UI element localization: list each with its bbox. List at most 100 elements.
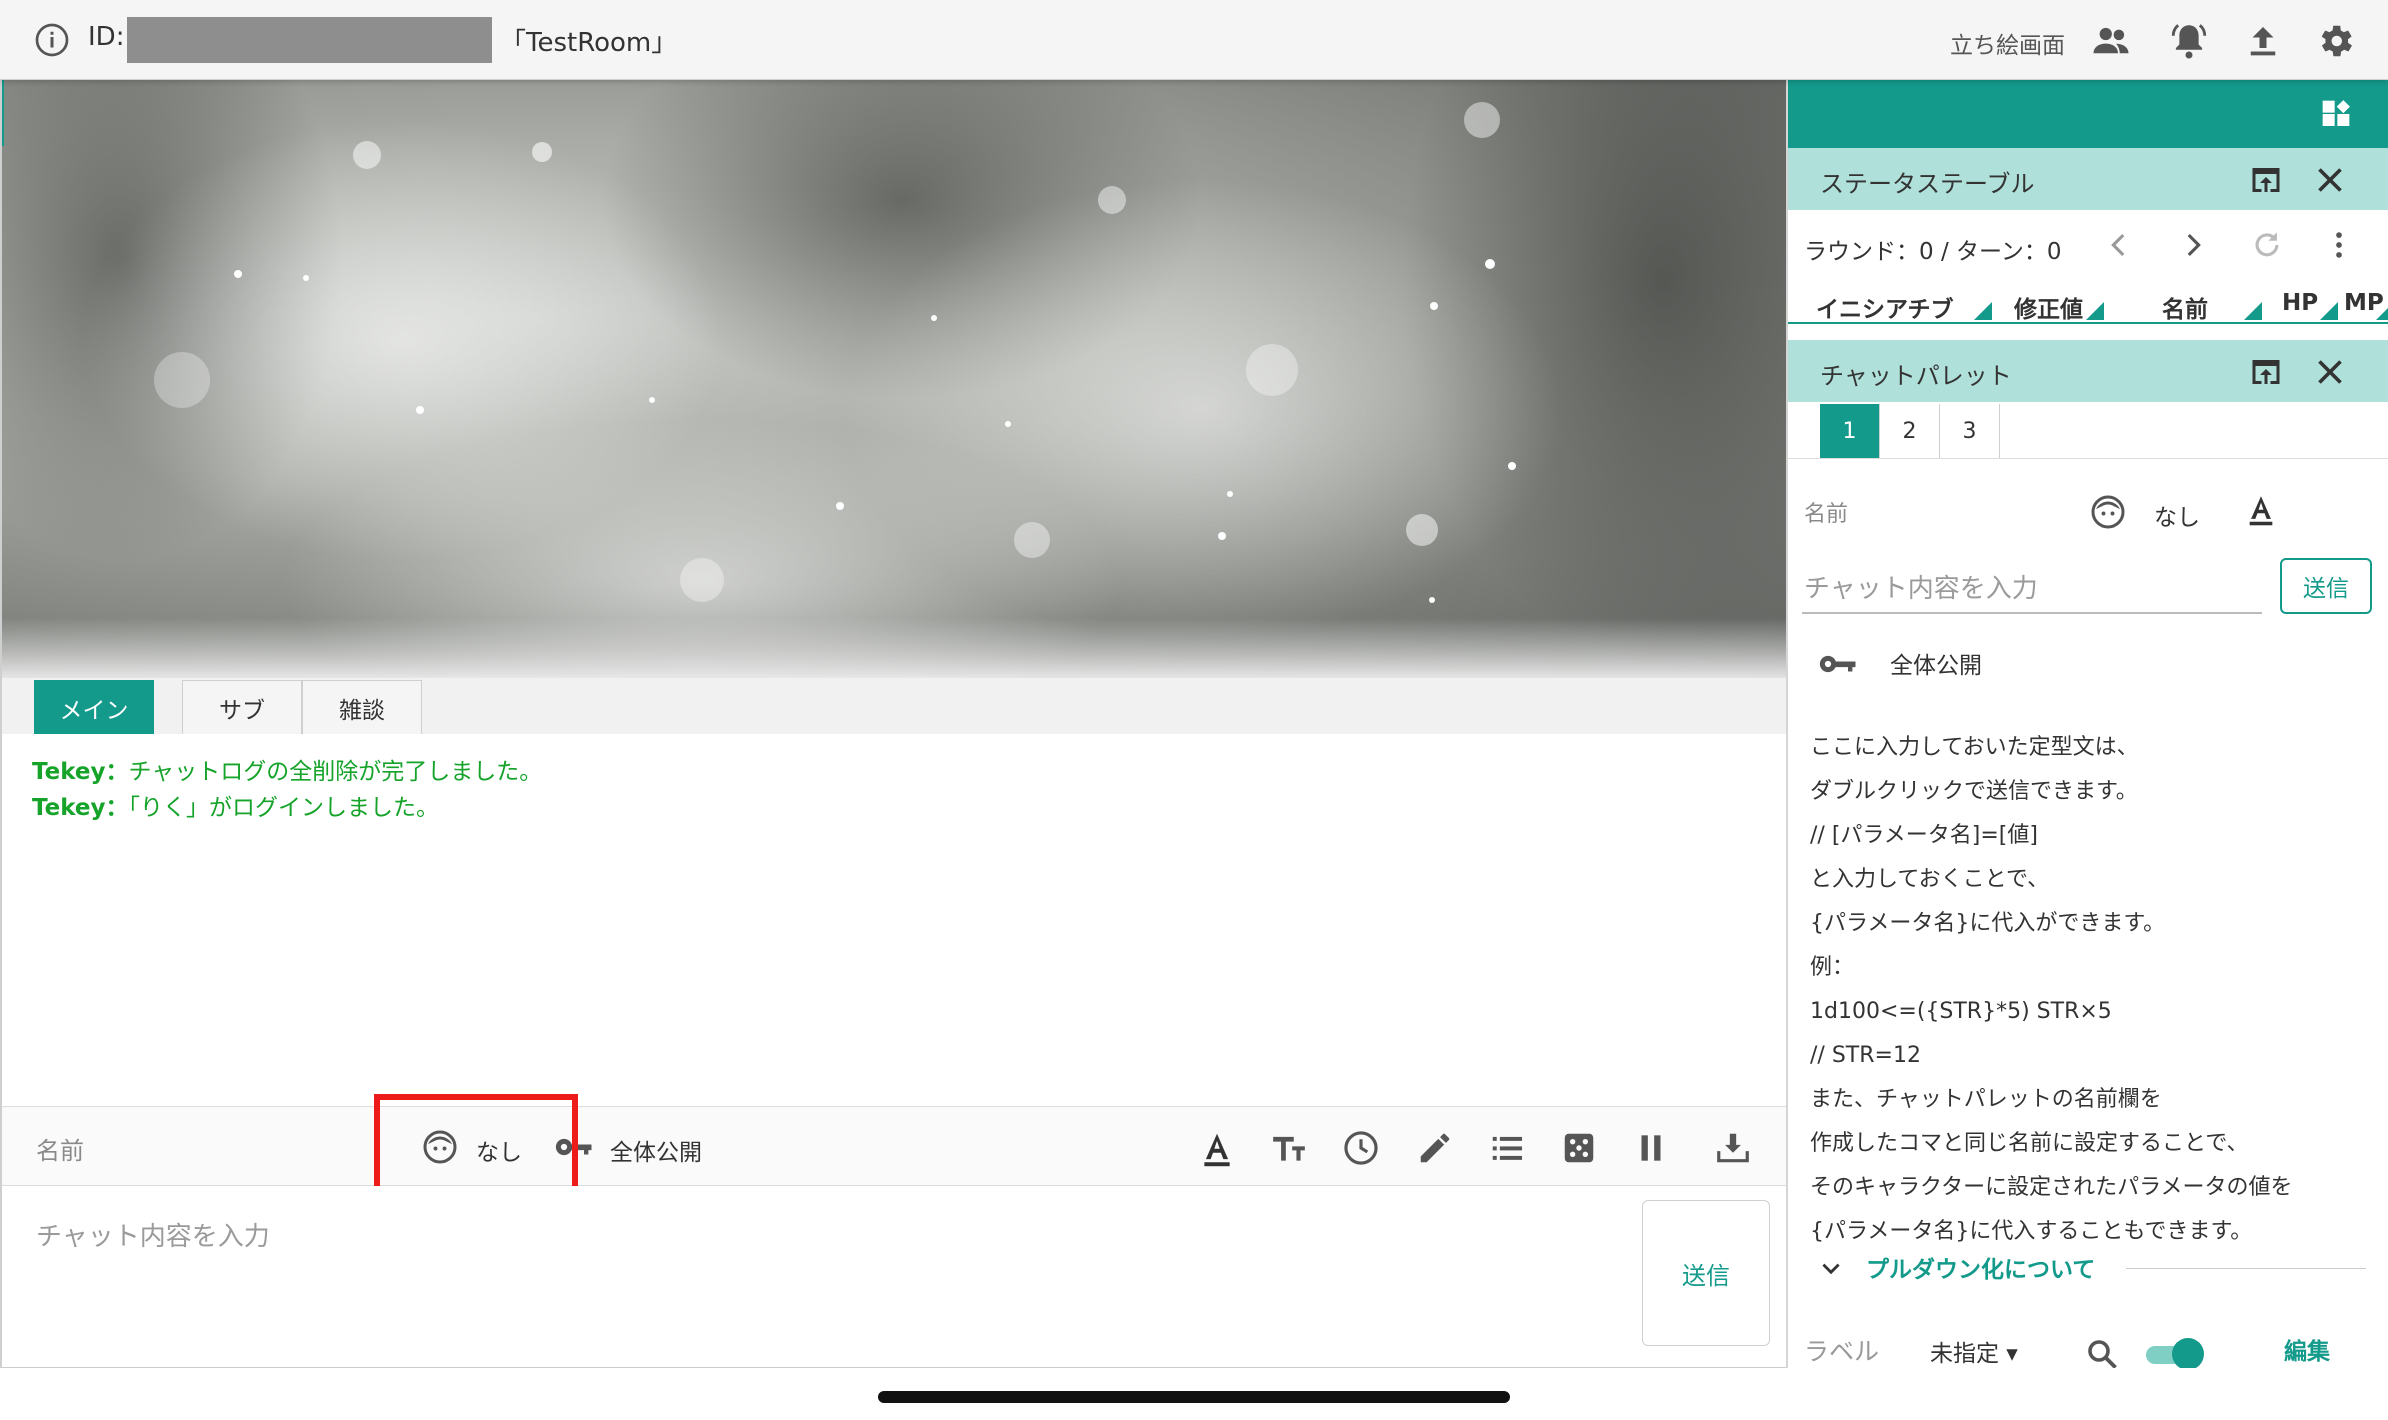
tab-main[interactable]: メイン xyxy=(34,680,154,734)
palette-send-button[interactable]: 送信 xyxy=(2280,558,2372,614)
popout-icon[interactable] xyxy=(2248,354,2284,390)
font-color-icon[interactable] xyxy=(1198,1129,1236,1167)
sort-handle[interactable] xyxy=(2376,302,2388,320)
right-panel-header xyxy=(1788,80,2388,148)
snow-background-image xyxy=(2,80,1786,678)
column-hp[interactable]: HP xyxy=(2282,290,2318,316)
edit-button[interactable]: 編集 xyxy=(2284,1332,2330,1366)
palette-line[interactable]: {パラメータ名}に代入ができます。 xyxy=(1810,902,2370,946)
chevron-left-icon[interactable] xyxy=(2102,228,2136,262)
label-input[interactable]: ラベル xyxy=(1804,1332,1879,1368)
chevron-down-icon[interactable] xyxy=(1818,1256,1844,1282)
home-indicator[interactable] xyxy=(878,1391,1510,1403)
face-icon[interactable] xyxy=(2090,494,2126,530)
left-border xyxy=(0,80,2,1370)
palette-line[interactable]: // STR=12 xyxy=(1810,1034,2370,1078)
palette-chat-input[interactable]: チャット内容を入力 xyxy=(1802,558,2262,614)
palette-line[interactable]: また、チャットパレットの名前欄を xyxy=(1810,1078,2370,1122)
popout-icon[interactable] xyxy=(2248,162,2284,198)
chat-input-toolbar: 名前 なし 全体公開 xyxy=(2,1106,1786,1186)
palette-overflow-text: ・・・・・・・・・・・・・・・・・・・ xyxy=(1810,1300,2360,1314)
chat-palette-titlebar: チャットパレット xyxy=(1788,340,2388,402)
palette-line[interactable]: {パラメータ名}に代入することもできます。 xyxy=(1810,1210,2370,1254)
close-icon[interactable] xyxy=(2312,354,2348,390)
dice-icon[interactable] xyxy=(1560,1129,1598,1167)
close-icon[interactable] xyxy=(2312,162,2348,198)
refresh-icon[interactable] xyxy=(2250,228,2284,262)
chevron-right-icon[interactable] xyxy=(2176,228,2210,262)
status-table-titlebar: ステータステーブル xyxy=(1788,148,2388,210)
palette-name-input[interactable]: 名前 xyxy=(1804,496,1848,528)
room-id-redacted xyxy=(127,17,492,63)
pause-icon[interactable] xyxy=(1632,1129,1670,1167)
background-stage xyxy=(2,80,1786,678)
chat-log-sender: Tekey： xyxy=(32,795,129,821)
palette-line[interactable]: と入力しておくことで、 xyxy=(1810,858,2370,902)
chat-log-message: 「りく」がログインしました。 xyxy=(128,795,440,821)
tab-sub[interactable]: サブ xyxy=(182,680,302,734)
download-icon[interactable] xyxy=(1714,1129,1752,1167)
stand-picture-screen-link[interactable]: 立ち絵画面 xyxy=(1950,26,2065,60)
stage-bottom-fade xyxy=(2,618,1786,678)
palette-tab-2[interactable]: 2 xyxy=(1880,404,1940,458)
send-button[interactable]: 送信 xyxy=(1642,1200,1770,1346)
sort-handle[interactable] xyxy=(2086,302,2104,320)
pulldown-divider xyxy=(2126,1268,2366,1269)
palette-character-select[interactable]: なし xyxy=(2154,498,2200,532)
palette-tab-1[interactable]: 1 xyxy=(1820,404,1880,458)
more-vert-icon[interactable] xyxy=(2322,228,2356,262)
top-bar: ID: 「TestRoom」 立ち絵画面 xyxy=(0,0,2388,80)
people-icon[interactable] xyxy=(2090,20,2132,62)
label-select-value: 未指定 xyxy=(1930,1341,1999,1367)
highlight-annotation-box xyxy=(374,1094,578,1198)
panel-divider xyxy=(1786,80,1788,1370)
palette-text-list[interactable]: ここに入力しておいた定型文は、 ダブルクリックで送信できます。 // [パラメー… xyxy=(1810,726,2370,1254)
info-icon[interactable] xyxy=(34,22,70,58)
font-size-icon[interactable] xyxy=(1270,1129,1308,1167)
upload-icon[interactable] xyxy=(2242,20,2284,62)
palette-tab-3[interactable]: 3 xyxy=(1940,404,2000,458)
clock-icon[interactable] xyxy=(1342,1129,1380,1167)
sort-handle[interactable] xyxy=(2320,302,2338,320)
palette-line[interactable]: ダブルクリックで送信できます。 xyxy=(1810,770,2370,814)
column-modifier[interactable]: 修正値 xyxy=(2014,290,2083,322)
room-id-label: ID: xyxy=(88,22,125,52)
column-initiative[interactable]: イニシアチブ xyxy=(1816,290,1954,322)
sort-handle[interactable] xyxy=(1974,302,1992,320)
gear-icon[interactable] xyxy=(2314,20,2356,62)
palette-line[interactable]: ここに入力しておいた定型文は、 xyxy=(1810,726,2370,770)
filter-toggle-knob[interactable] xyxy=(2172,1338,2204,1370)
round-turn-counter: ラウンド：0 / ターン：0 xyxy=(1804,239,2062,265)
visibility-select[interactable]: 全体公開 xyxy=(610,1133,702,1167)
palette-visibility-select[interactable]: 全体公開 xyxy=(1890,646,1982,680)
chat-text-area[interactable]: チャット内容を入力 送信 xyxy=(2,1186,1786,1368)
sort-handle[interactable] xyxy=(2244,302,2262,320)
room-name: 「TestRoom」 xyxy=(500,28,678,58)
chat-log-message: チャットログの全削除が完了しました。 xyxy=(128,759,543,785)
palette-line[interactable]: // [パラメータ名]=[値] xyxy=(1810,814,2370,858)
font-color-icon[interactable] xyxy=(2244,492,2278,526)
chat-log[interactable]: Tekey：チャットログの全削除が完了しました。 Tekey：「りく」がログイン… xyxy=(2,734,1786,1106)
name-input[interactable]: 名前 xyxy=(36,1131,84,1166)
palette-line[interactable]: 例： xyxy=(1810,946,2370,990)
palette-tabs-underline xyxy=(1788,458,2388,459)
label-select[interactable]: 未指定 ▾ xyxy=(1930,1334,2018,1368)
chat-palette-title: チャットパレット xyxy=(1820,362,2012,390)
chat-log-sender: Tekey： xyxy=(32,759,129,785)
column-name[interactable]: 名前 xyxy=(2162,290,2208,322)
pulldown-help-toggle[interactable]: プルダウン化について xyxy=(1866,1250,2095,1284)
tab-chat[interactable]: 雑談 xyxy=(302,680,422,734)
key-icon[interactable] xyxy=(1818,650,1858,678)
bell-icon[interactable] xyxy=(2168,20,2210,62)
palette-line[interactable]: そのキャラクターに設定されたパラメータの値を xyxy=(1810,1166,2370,1210)
palette-line[interactable]: 作成したコマと同じ名前に設定することで、 xyxy=(1810,1122,2370,1166)
dock-icon[interactable] xyxy=(2320,98,2352,130)
list-icon[interactable] xyxy=(1488,1129,1526,1167)
chat-log-entry: Tekey：「りく」がログインしました。 xyxy=(32,788,439,822)
palette-line[interactable]: 1d100<=({STR}*5) STR×5 xyxy=(1810,990,2370,1034)
status-table-title: ステータステーブル xyxy=(1820,170,2035,198)
palette-chat-placeholder: チャット内容を入力 xyxy=(1804,574,2038,604)
pencil-icon[interactable] xyxy=(1416,1129,1454,1167)
chat-input-placeholder: チャット内容を入力 xyxy=(36,1222,270,1252)
search-icon[interactable] xyxy=(2084,1336,2120,1372)
